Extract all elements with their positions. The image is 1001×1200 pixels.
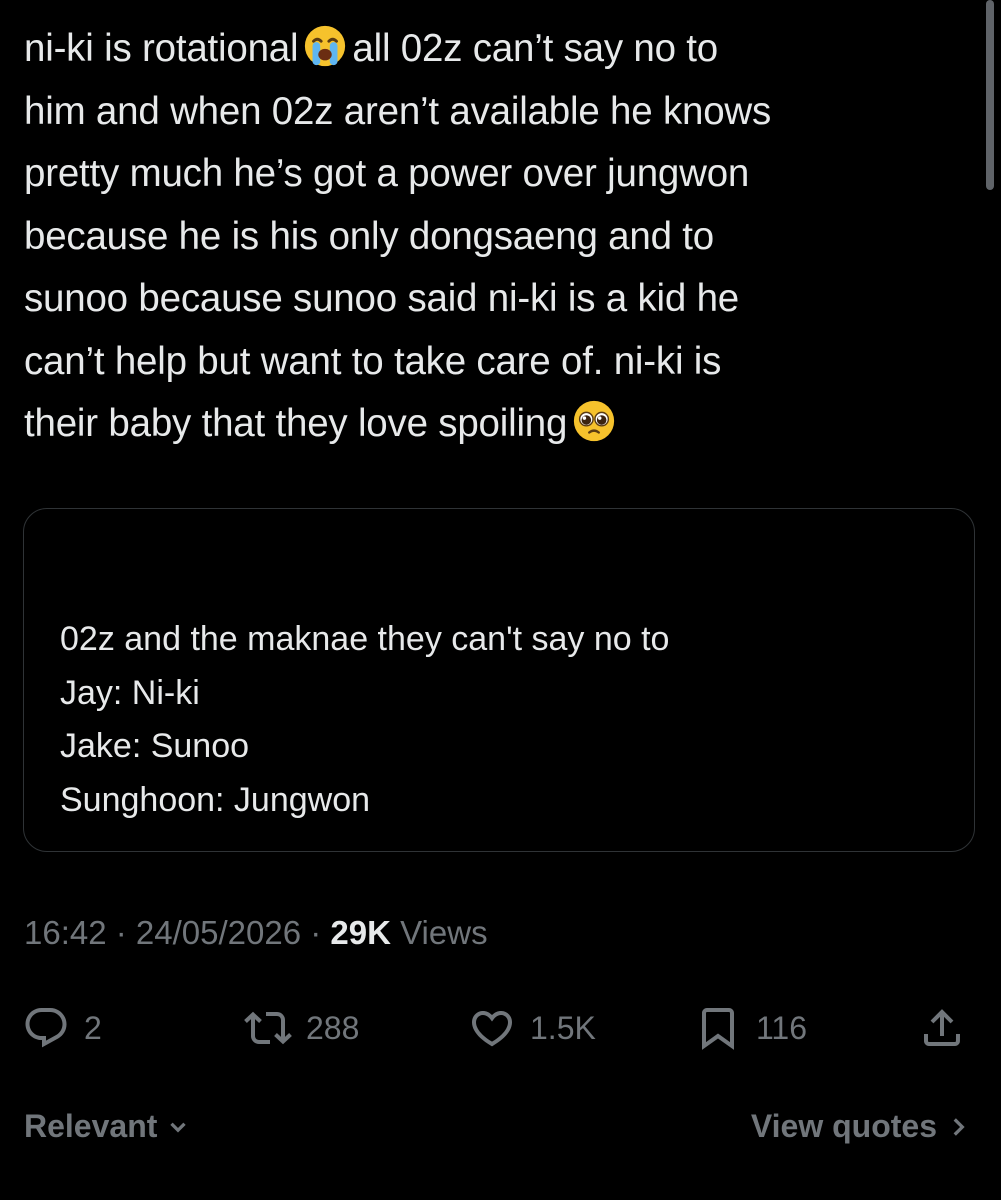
tweet-footer: Relevant View quotes: [0, 1108, 1001, 1160]
chevron-down-icon: [170, 1122, 187, 1133]
tweet-line-text: their baby that they love spoiling: [24, 402, 568, 445]
tweet-line: him and when 02z aren’t available he kno…: [24, 89, 772, 133]
views-count: 29K: [330, 914, 391, 951]
like-count: 1.5K: [530, 1009, 596, 1046]
views-label: Views: [390, 914, 488, 951]
repost-button[interactable]: 288: [244, 1000, 359, 1056]
meta-separator: ·: [301, 914, 331, 951]
reply-count: 2: [84, 1009, 102, 1046]
quoted-tweet-card[interactable]: 02z and the maknae they can't say no to …: [23, 508, 975, 852]
view-quotes-label: View quotes: [750, 1108, 937, 1144]
loudly-crying-face-emoji-icon: [305, 25, 346, 67]
tweet-line: their baby that they love spoiling: [24, 393, 969, 456]
quote-line: Jay: Ni-ki: [60, 673, 200, 712]
scrollbar[interactable]: [986, 0, 994, 190]
like-button[interactable]: 1.5K: [468, 1000, 596, 1056]
tweet-line: can’t help but want to take care of. ni-…: [24, 339, 722, 383]
tweet-line-text: all 02z can’t say no to: [352, 27, 719, 70]
view-quotes-link[interactable]: View quotes: [751, 1108, 971, 1145]
tweet-date[interactable]: 24/05/2026: [136, 914, 301, 951]
share-button[interactable]: [918, 1000, 966, 1056]
reply-button[interactable]: 2: [22, 1000, 102, 1056]
tweet-line: because he is his only dongsaeng and to: [24, 214, 714, 258]
action-bar: 2 288 1.5K 116: [0, 1000, 1001, 1056]
quote-line: Jake: Sunoo: [60, 727, 250, 765]
bookmark-count: 116: [756, 1009, 808, 1046]
bookmark-icon: [702, 1008, 734, 1050]
tweet-line: ni-ki is rotational all 02z can’t say no…: [24, 18, 969, 81]
meta-separator: ·: [106, 914, 136, 951]
quote-line: 02z and the maknae they can't say no to: [60, 620, 670, 658]
tweet-line: pretty much he’s got a power over jungwo…: [24, 152, 750, 195]
tweet-time[interactable]: 16:42: [24, 914, 107, 951]
tweet-line: sunoo because sunoo said ni-ki is a kid …: [24, 277, 739, 320]
tweet-line-text: ni-ki is rotational: [24, 27, 299, 70]
repost-count: 288: [306, 1009, 360, 1046]
tweet-meta: 16:42 · 24/05/2026 · 29K Views: [24, 914, 488, 952]
quoted-tweet-text: 02z and the maknae they can't say no to …: [60, 613, 669, 827]
chevron-right-icon: [953, 1117, 965, 1136]
reply-icon: [25, 1008, 67, 1048]
sort-label: Relevant: [24, 1108, 158, 1144]
repost-icon: [244, 1011, 292, 1045]
quote-line: Sunghoon: Jungwon: [60, 780, 371, 819]
heart-icon: [471, 1011, 513, 1047]
bookmark-button[interactable]: 116: [694, 1000, 807, 1056]
sort-dropdown[interactable]: Relevant: [24, 1108, 191, 1145]
pleading-face-emoji-icon: [574, 400, 615, 442]
tweet-text: ni-ki is rotational all 02z can’t say no…: [24, 18, 969, 456]
share-icon: [924, 1009, 960, 1046]
